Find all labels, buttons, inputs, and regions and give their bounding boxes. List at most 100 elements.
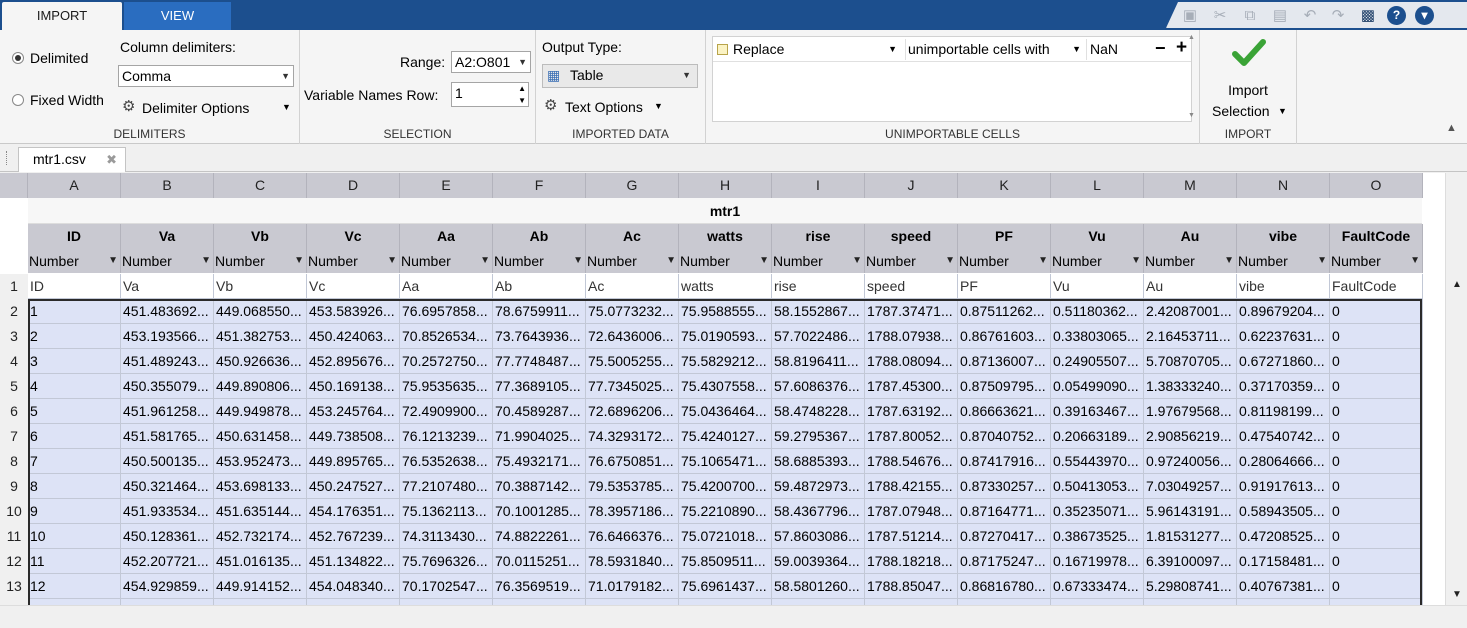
- table-cell[interactable]: 76.5352638...: [400, 449, 493, 474]
- table-cell[interactable]: 70.1702547...: [400, 574, 493, 599]
- column-header-j[interactable]: J: [865, 173, 958, 198]
- table-cell[interactable]: 449.914152...: [214, 574, 307, 599]
- table-cell[interactable]: 0: [1330, 374, 1423, 399]
- table-cell[interactable]: 5.96143191...: [1144, 499, 1237, 524]
- rule-action-dropdown[interactable]: Replace ▼: [733, 39, 903, 60]
- table-cell[interactable]: 0.67333474...: [1051, 574, 1144, 599]
- table-cell[interactable]: 453.698133...: [214, 474, 307, 499]
- table-cell[interactable]: speed: [865, 274, 958, 299]
- table-cell[interactable]: 449.890806...: [214, 374, 307, 399]
- variable-name-pf[interactable]: PF: [958, 224, 1051, 249]
- table-cell[interactable]: 75.5005255...: [586, 349, 679, 374]
- table-cell[interactable]: 0: [1330, 524, 1423, 549]
- table-cell[interactable]: 76.6750851...: [586, 449, 679, 474]
- table-cell[interactable]: 58.1552867...: [772, 299, 865, 324]
- variable-name-faultcode[interactable]: FaultCode: [1330, 224, 1423, 249]
- table-cell[interactable]: 75.4200700...: [679, 474, 772, 499]
- table-cell[interactable]: rise: [772, 274, 865, 299]
- table-cell[interactable]: 9: [28, 499, 121, 524]
- table-cell[interactable]: 0.87509795...: [958, 374, 1051, 399]
- table-cell[interactable]: 2: [28, 324, 121, 349]
- table-cell[interactable]: 58.6885393...: [772, 449, 865, 474]
- table-cell[interactable]: 451.382753...: [214, 324, 307, 349]
- table-cell[interactable]: 78.6759911...: [493, 299, 586, 324]
- table-cell[interactable]: 1787.63192...: [865, 399, 958, 424]
- table-cell[interactable]: 72.4909900...: [400, 399, 493, 424]
- table-cell[interactable]: 1788.18218...: [865, 549, 958, 574]
- table-cell[interactable]: 0.87164771...: [958, 499, 1051, 524]
- table-cell[interactable]: 0: [1330, 574, 1423, 599]
- row-number[interactable]: 1: [0, 274, 28, 299]
- table-cell[interactable]: 57.6086376...: [772, 374, 865, 399]
- table-cell[interactable]: 1787.45300...: [865, 374, 958, 399]
- table-cell[interactable]: 75.0436464...: [679, 399, 772, 424]
- table-cell[interactable]: 58.4748228...: [772, 399, 865, 424]
- table-cell[interactable]: 449.895765...: [307, 449, 400, 474]
- table-cell[interactable]: 1788.42155...: [865, 474, 958, 499]
- table-cell[interactable]: 1787.80052...: [865, 424, 958, 449]
- table-cell[interactable]: 451.581765...: [121, 424, 214, 449]
- row-number[interactable]: 2: [0, 299, 28, 324]
- table-cell[interactable]: 1788.08094...: [865, 349, 958, 374]
- table-cell[interactable]: 79.5353785...: [586, 474, 679, 499]
- table-cell[interactable]: 453.245764...: [307, 399, 400, 424]
- table-cell[interactable]: 70.0115251...: [493, 549, 586, 574]
- table-cell[interactable]: 2.90856219...: [1144, 424, 1237, 449]
- table-cell[interactable]: 76.6466376...: [586, 524, 679, 549]
- table-cell[interactable]: 6: [28, 424, 121, 449]
- table-cell[interactable]: 11: [28, 549, 121, 574]
- table-cell[interactable]: 0.47540742...: [1237, 424, 1330, 449]
- table-cell[interactable]: 1787.51214...: [865, 524, 958, 549]
- table-cell[interactable]: FaultCode: [1330, 274, 1423, 299]
- table-cell[interactable]: Va: [121, 274, 214, 299]
- variable-name-aa[interactable]: Aa: [400, 224, 493, 249]
- table-cell[interactable]: 451.016135...: [214, 549, 307, 574]
- table-cell[interactable]: 450.128361...: [121, 524, 214, 549]
- variable-type-dropdown[interactable]: Number ▼: [493, 249, 586, 273]
- table-cell[interactable]: Au: [1144, 274, 1237, 299]
- table-cell[interactable]: 7: [28, 449, 121, 474]
- table-cell[interactable]: 75.0190593...: [679, 324, 772, 349]
- table-cell[interactable]: 5.29808741...: [1144, 574, 1237, 599]
- column-header-d[interactable]: D: [307, 173, 400, 198]
- column-header-e[interactable]: E: [400, 173, 493, 198]
- fixed-width-radio[interactable]: [12, 94, 24, 106]
- tab-view[interactable]: VIEW: [124, 2, 231, 30]
- table-cell[interactable]: 75.0773232...: [586, 299, 679, 324]
- table-cell[interactable]: 451.933534...: [121, 499, 214, 524]
- grid-corner[interactable]: [0, 173, 28, 198]
- add-rule-button[interactable]: +: [1176, 37, 1187, 59]
- variable-name-ab[interactable]: Ab: [493, 224, 586, 249]
- table-cell[interactable]: 0.62237631...: [1237, 324, 1330, 349]
- variable-name-rise[interactable]: rise: [772, 224, 865, 249]
- table-cell[interactable]: Vu: [1051, 274, 1144, 299]
- table-cell[interactable]: 0.17158481...: [1237, 549, 1330, 574]
- table-cell[interactable]: vibe: [1237, 274, 1330, 299]
- table-cell[interactable]: 452.767239...: [307, 524, 400, 549]
- variable-type-dropdown[interactable]: Number ▼: [958, 249, 1051, 273]
- table-cell[interactable]: watts: [679, 274, 772, 299]
- table-cell[interactable]: 12: [28, 574, 121, 599]
- variable-type-dropdown[interactable]: Number ▼: [1144, 249, 1237, 273]
- table-cell[interactable]: 77.7748487...: [493, 349, 586, 374]
- data-grid[interactable]: ABCDEFGHIJKLMNO mtr1 ID Va Vb Vc Aa Ab Ac watts…: [0, 173, 1445, 605]
- table-cell[interactable]: 0: [1330, 449, 1423, 474]
- cut-icon[interactable]: ✂: [1211, 7, 1229, 24]
- paste-icon[interactable]: ▤: [1271, 7, 1289, 24]
- table-cell[interactable]: 0.33803065...: [1051, 324, 1144, 349]
- variable-type-dropdown[interactable]: Number ▼: [1237, 249, 1330, 273]
- table-cell[interactable]: 59.4872973...: [772, 474, 865, 499]
- variable-name-va[interactable]: Va: [121, 224, 214, 249]
- delimiter-options-button[interactable]: Delimiter Options: [142, 100, 249, 116]
- scroll-down-icon[interactable]: ▼: [1188, 112, 1195, 119]
- collapse-ribbon-icon[interactable]: ▲: [1446, 122, 1457, 134]
- table-cell[interactable]: 75.4307558...: [679, 374, 772, 399]
- table-cell[interactable]: 75.0721018...: [679, 524, 772, 549]
- import-selection-button[interactable]: Import Selection ▼: [1212, 36, 1287, 130]
- table-cell[interactable]: 453.583926...: [307, 299, 400, 324]
- row-number[interactable]: 7: [0, 424, 28, 449]
- table-cell[interactable]: 454.048340...: [307, 574, 400, 599]
- undo-icon[interactable]: ↶: [1301, 7, 1319, 24]
- table-cell[interactable]: 58.4367796...: [772, 499, 865, 524]
- table-cell[interactable]: 75.7696326...: [400, 549, 493, 574]
